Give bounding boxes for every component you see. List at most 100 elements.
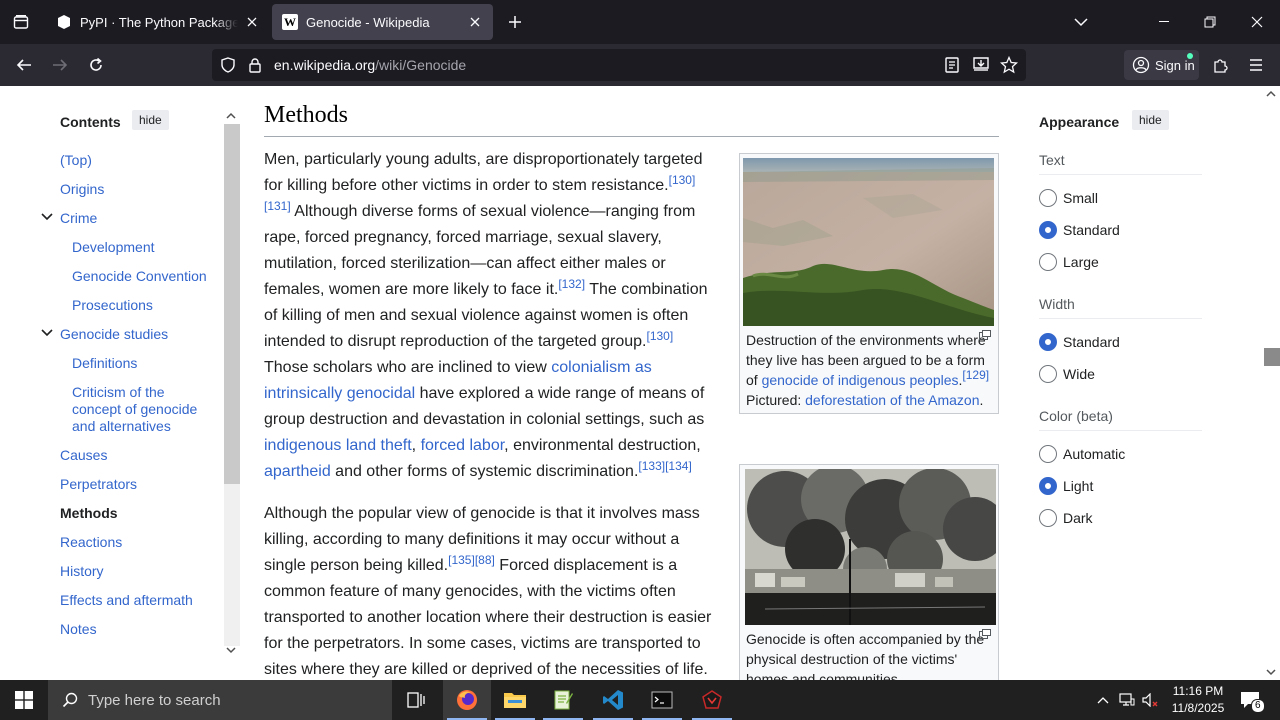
toc-item-development[interactable]: Development <box>72 239 212 256</box>
width-standard-option[interactable]: Standard <box>1039 333 1120 351</box>
volume-muted-icon[interactable] <box>1140 680 1162 720</box>
radio-button-selected[interactable] <box>1039 333 1057 351</box>
apartheid-link[interactable]: apartheid <box>264 463 331 480</box>
scroll-up-arrow-icon[interactable] <box>226 112 236 120</box>
toc-item-perpetrators[interactable]: Perpetrators <box>60 476 137 493</box>
list-all-tabs-button[interactable] <box>1058 0 1104 44</box>
toc-item-genocide-convention[interactable]: Genocide Convention <box>72 268 212 285</box>
color-dark-option[interactable]: Dark <box>1039 509 1093 527</box>
width-wide-option[interactable]: Wide <box>1039 365 1095 383</box>
citation-link[interactable]: [130] <box>646 329 673 343</box>
color-automatic-option[interactable]: Automatic <box>1039 445 1125 463</box>
reader-view-icon[interactable] <box>945 57 959 78</box>
system-clock[interactable]: 11:16 PM 11/8/2025 <box>1160 683 1236 717</box>
toc-genocide-studies-chevron-down-icon[interactable] <box>40 326 54 340</box>
tab-wikipedia[interactable]: W Genocide - Wikipedia <box>272 4 493 40</box>
toc-crime-chevron-down-icon[interactable] <box>40 210 54 224</box>
toc-item-criticism[interactable]: Criticism of the concept of genocide and… <box>72 384 212 435</box>
notepad-plus-plus-icon[interactable] <box>539 680 587 720</box>
toc-scrollbar[interactable] <box>222 108 240 658</box>
radio-button[interactable] <box>1039 365 1057 383</box>
scroll-down-arrow-icon[interactable] <box>1266 668 1276 676</box>
task-view-icon[interactable] <box>392 680 440 720</box>
bookmark-star-icon[interactable] <box>999 55 1019 79</box>
reload-button[interactable] <box>80 49 112 81</box>
scroll-down-arrow-icon[interactable] <box>226 646 236 654</box>
minimize-button[interactable] <box>1141 0 1187 44</box>
enlarge-icon[interactable] <box>979 629 991 639</box>
color-label: Color (beta) <box>1039 408 1113 424</box>
radio-button-selected[interactable] <box>1039 221 1057 239</box>
citation-link[interactable]: [133] <box>638 459 665 473</box>
toc-scroll-thumb[interactable] <box>224 124 240 484</box>
text-size-standard-option[interactable]: Standard <box>1039 221 1120 239</box>
toc-item-reactions[interactable]: Reactions <box>60 534 122 551</box>
file-explorer-icon[interactable] <box>491 680 539 720</box>
deforestation-aerial-photo[interactable] <box>743 158 994 326</box>
close-tab-icon[interactable] <box>244 14 260 30</box>
burning-city-photo[interactable] <box>745 469 996 625</box>
show-hidden-icons-button[interactable] <box>1094 680 1112 720</box>
toc-item-effects-and-aftermath[interactable]: Effects and aftermath <box>60 592 193 609</box>
radio-button[interactable] <box>1039 509 1057 527</box>
citation-link[interactable]: [130] <box>669 173 696 187</box>
enlarge-icon[interactable] <box>979 330 991 340</box>
indigenous-land-theft-link[interactable]: indigenous land theft <box>264 437 412 454</box>
citation-link[interactable]: [129] <box>962 368 989 382</box>
lock-icon[interactable] <box>248 57 262 78</box>
text-size-small-option[interactable]: Small <box>1039 189 1098 207</box>
new-tab-button[interactable] <box>503 10 527 34</box>
tab-overview-icon[interactable] <box>0 0 42 44</box>
citation-link[interactable]: [88] <box>475 553 495 567</box>
citation-link[interactable]: [135] <box>448 553 475 567</box>
toc-item-notes[interactable]: Notes <box>60 621 97 638</box>
forced-labor-link[interactable]: forced labor <box>421 437 505 454</box>
extensions-icon[interactable] <box>1204 49 1236 81</box>
sign-in-button[interactable]: Sign in <box>1124 50 1199 80</box>
terminal-icon[interactable] <box>638 680 686 720</box>
appearance-hide-button[interactable]: hide <box>1132 110 1169 130</box>
taskbar-search-box[interactable]: Type here to search <box>48 680 392 720</box>
toc-item-history[interactable]: History <box>60 563 104 580</box>
radio-button[interactable] <box>1039 253 1057 271</box>
text-size-large-option[interactable]: Large <box>1039 253 1099 271</box>
toc-item-origins[interactable]: Origins <box>60 181 104 198</box>
radio-button[interactable] <box>1039 445 1057 463</box>
citation-link[interactable]: [131] <box>264 199 291 213</box>
save-to-pocket-icon[interactable] <box>972 56 990 79</box>
app-red-icon[interactable] <box>688 680 736 720</box>
toc-hide-button[interactable]: hide <box>132 110 169 130</box>
page-scrollbar[interactable] <box>1262 86 1280 680</box>
start-button[interactable] <box>0 680 48 720</box>
page-scroll-thumb[interactable] <box>1264 348 1280 366</box>
radio-button-selected[interactable] <box>1039 477 1057 495</box>
tab-pypi[interactable]: PyPI · The Python Package Index <box>46 4 270 40</box>
color-light-option[interactable]: Light <box>1039 477 1093 495</box>
toc-item-definitions[interactable]: Definitions <box>72 355 212 372</box>
scroll-up-arrow-icon[interactable] <box>1266 90 1276 98</box>
toc-item-methods[interactable]: Methods <box>60 505 118 522</box>
network-icon[interactable] <box>1116 680 1138 720</box>
toc-item-crime[interactable]: Crime <box>60 210 97 227</box>
close-window-button[interactable] <box>1234 0 1280 44</box>
radio-button[interactable] <box>1039 189 1057 207</box>
citation-link[interactable]: [132] <box>558 277 585 291</box>
citation-link[interactable]: [134] <box>665 459 692 473</box>
toc-item-genocide-studies[interactable]: Genocide studies <box>60 326 168 343</box>
address-bar[interactable]: en.wikipedia.org/wiki/Genocide <box>212 49 1026 81</box>
toc-item-prosecutions[interactable]: Prosecutions <box>72 297 212 314</box>
firefox-taskbar-icon[interactable] <box>443 680 491 720</box>
close-tab-icon[interactable] <box>467 14 483 30</box>
tracking-protection-shield-icon[interactable] <box>220 57 236 78</box>
back-button[interactable] <box>8 49 40 81</box>
app-menu-icon[interactable] <box>1240 49 1272 81</box>
url-text[interactable]: en.wikipedia.org/wiki/Genocide <box>274 57 466 73</box>
notification-center-icon[interactable]: 6 <box>1236 680 1265 720</box>
vscode-icon[interactable] <box>589 680 637 720</box>
forward-button[interactable] <box>44 49 76 81</box>
genocide-of-indigenous-peoples-link[interactable]: genocide of indigenous peoples <box>762 372 959 388</box>
toc-item-causes[interactable]: Causes <box>60 447 107 464</box>
toc-item-top[interactable]: (Top) <box>60 152 92 169</box>
deforestation-of-amazon-link[interactable]: deforestation of the Amazon <box>805 392 979 408</box>
restore-button[interactable] <box>1187 0 1233 44</box>
